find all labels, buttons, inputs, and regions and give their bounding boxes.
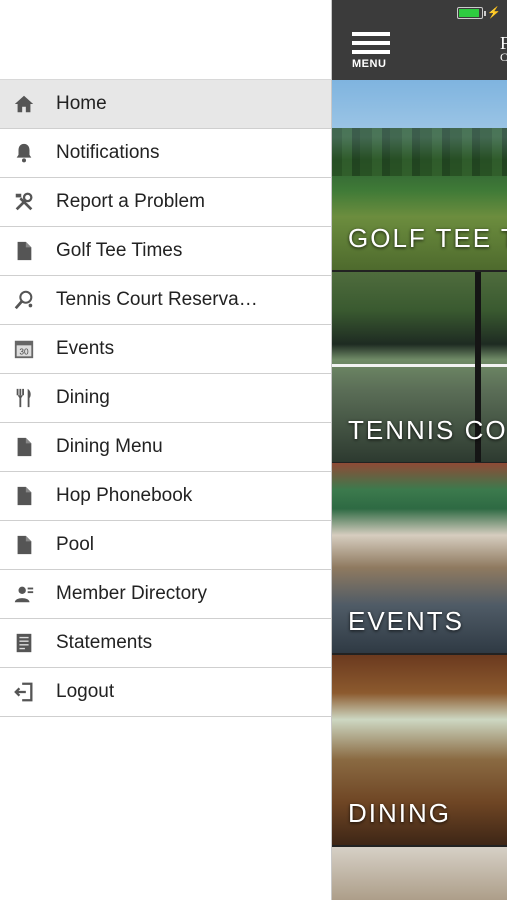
drawer-item-label: Statements — [56, 632, 153, 653]
home-icon — [12, 92, 36, 116]
drawer-item-report-problem[interactable]: Report a Problem — [0, 178, 331, 227]
brand-line-2: C — [500, 50, 507, 64]
menu-button[interactable]: MENU — [352, 32, 392, 70]
tools-icon — [12, 190, 36, 214]
drawer-item-label: Logout — [56, 681, 115, 702]
tennis-racket-icon — [12, 288, 36, 312]
tile-title: GOLF TEE T — [348, 223, 507, 253]
calendar-day-number: 30 — [19, 348, 29, 357]
drawer-header-spacer — [0, 0, 331, 79]
navigation-drawer: Home Notifications Report a Problem Golf… — [0, 0, 332, 900]
status-bar: ⚡ — [457, 6, 501, 19]
drawer-item-dining[interactable]: Dining — [0, 374, 331, 423]
charging-bolt-icon: ⚡ — [487, 7, 501, 19]
document-icon — [12, 484, 36, 508]
tile-title: EVENTS — [348, 606, 465, 636]
tile-title: TENNIS CO — [348, 415, 507, 445]
drawer-item-home[interactable]: Home — [0, 79, 331, 129]
drawer-item-label: Dining Menu — [56, 436, 163, 457]
drawer-item-label: Tennis Court Reserva… — [56, 289, 258, 310]
drawer-item-label: Member Directory — [56, 583, 207, 604]
tile-title: DINING — [348, 798, 451, 828]
hamburger-bar — [352, 50, 390, 54]
drawer-item-label: Events — [56, 338, 115, 359]
brand-line-1: F — [500, 33, 507, 53]
drawer-item-statements[interactable]: Statements — [0, 619, 331, 668]
menu-button-label: MENU — [352, 58, 387, 70]
drawer-item-notifications[interactable]: Notifications — [0, 129, 331, 178]
brand-logo-partial: F C — [500, 33, 507, 64]
logout-icon — [12, 680, 36, 704]
drawer-menu-list: Home Notifications Report a Problem Golf… — [0, 79, 331, 717]
drawer-item-label: Hop Phonebook — [56, 485, 193, 506]
drawer-item-logout[interactable]: Logout — [0, 668, 331, 717]
tile-tennis-court[interactable]: TENNIS CO — [330, 272, 507, 462]
drawer-item-events[interactable]: 30 Events — [0, 325, 331, 374]
document-icon — [12, 435, 36, 459]
tile-events[interactable]: EVENTS — [330, 463, 507, 653]
member-directory-icon — [12, 582, 36, 606]
drawer-item-label: Home — [56, 93, 107, 114]
tile-next-partial[interactable] — [330, 847, 507, 900]
document-icon — [12, 239, 36, 263]
drawer-item-dining-menu[interactable]: Dining Menu — [0, 423, 331, 472]
document-icon — [12, 533, 36, 557]
tile-golf-tee-times[interactable]: GOLF TEE T — [330, 80, 507, 270]
battery-icon — [457, 6, 487, 19]
drawer-item-member-directory[interactable]: Member Directory — [0, 570, 331, 619]
bell-icon — [12, 141, 36, 165]
hamburger-icon — [352, 32, 390, 36]
drawer-item-label: Notifications — [56, 142, 160, 163]
drawer-item-golf-tee-times[interactable]: Golf Tee Times — [0, 227, 331, 276]
drawer-item-label: Golf Tee Times — [56, 240, 183, 261]
fork-knife-icon — [12, 386, 36, 410]
drawer-item-label: Pool — [56, 534, 95, 555]
drawer-item-label: Report a Problem — [56, 191, 205, 212]
drawer-item-pool[interactable]: Pool — [0, 521, 331, 570]
calendar-icon: 30 — [12, 337, 36, 361]
golf-trees-image — [330, 128, 507, 176]
drawer-item-label: Dining — [56, 387, 110, 408]
hamburger-bar — [352, 41, 390, 45]
app-header: ⚡ MENU F C — [330, 0, 507, 80]
tile-dining[interactable]: DINING — [330, 655, 507, 845]
drawer-item-hop-phonebook[interactable]: Hop Phonebook — [0, 472, 331, 521]
statement-icon — [12, 631, 36, 655]
drawer-item-tennis-court[interactable]: Tennis Court Reserva… — [0, 276, 331, 325]
main-app-screen: ⚡ MENU F C GOLF TEE T TENNIS CO EVENTS D… — [330, 0, 507, 900]
